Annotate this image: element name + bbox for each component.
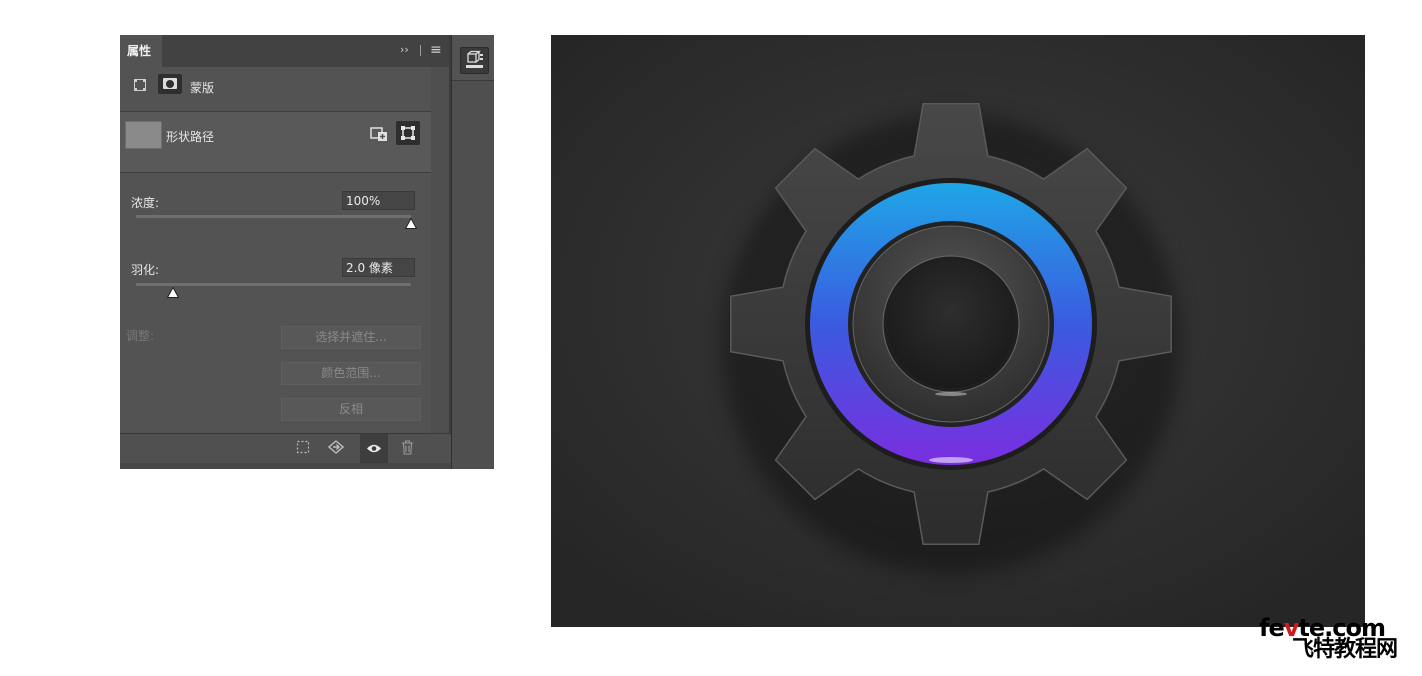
density-slider-track[interactable] <box>136 215 411 218</box>
load-selection-icon[interactable] <box>296 440 310 460</box>
watermark-logo: fevte.com 飞特教程网 <box>1256 614 1416 666</box>
panel-bottom-edge <box>120 463 451 469</box>
watermark-site-name: 飞特教程网 <box>1292 637 1398 662</box>
shape-path-row: 形状路径 <box>120 111 431 173</box>
visibility-icon <box>367 444 381 453</box>
expand-icon[interactable]: ›› <box>400 43 409 56</box>
pixel-mask-icon[interactable] <box>134 79 146 91</box>
select-and-mask-button[interactable]: 选择并遮住... <box>281 326 421 349</box>
mask-thumbnail[interactable] <box>125 121 162 149</box>
delete-icon[interactable] <box>401 440 414 461</box>
invert-button[interactable]: 反相 <box>281 398 421 421</box>
feather-slider-track[interactable] <box>136 283 411 286</box>
hub-hole <box>887 260 1015 388</box>
side-dock <box>451 35 494 469</box>
panel-tab-bar: 属性 ›› ≡ <box>120 35 451 67</box>
feather-field[interactable]: 2.0 像素 <box>342 258 415 277</box>
shape-path-label: 形状路径 <box>166 130 215 144</box>
color-range-button[interactable]: 颜色范围... <box>281 362 421 385</box>
properties-panel: 属性 ›› ≡ 蒙版 形状路径 浓度: 100% 羽化: 2.0 像素 调整: … <box>120 35 494 469</box>
visibility-toggle[interactable] <box>360 434 388 464</box>
mask-icon <box>163 78 177 89</box>
panel-menu-icon[interactable]: ≡ <box>430 41 442 59</box>
tab-separator <box>420 45 421 56</box>
feather-slider-thumb[interactable] <box>166 287 179 298</box>
density-field[interactable]: 100% <box>342 191 415 210</box>
panel-footer <box>120 433 451 464</box>
tab-properties[interactable]: 属性 <box>120 35 162 67</box>
gear-icon <box>551 35 1365 627</box>
mask-type-row: 蒙版 <box>120 67 431 111</box>
mask-label: 蒙版 <box>190 81 215 95</box>
feather-label: 羽化: <box>131 263 160 277</box>
select-vector-mask-icon[interactable] <box>396 121 420 145</box>
density-label: 浓度: <box>131 196 160 210</box>
canvas-artwork <box>551 35 1365 627</box>
density-slider-thumb[interactable] <box>405 218 417 229</box>
ring-highlight <box>929 457 973 463</box>
properties-3d-icon[interactable] <box>460 47 489 74</box>
adjust-label: 调整: <box>126 329 155 343</box>
add-pixel-mask-icon[interactable] <box>370 125 388 141</box>
vector-mask-button[interactable] <box>158 74 182 94</box>
watermark-domain-a: fe <box>1259 614 1285 642</box>
scrollbar-track[interactable] <box>431 67 449 433</box>
apply-mask-icon[interactable] <box>327 440 345 460</box>
hub-highlight <box>935 392 967 396</box>
